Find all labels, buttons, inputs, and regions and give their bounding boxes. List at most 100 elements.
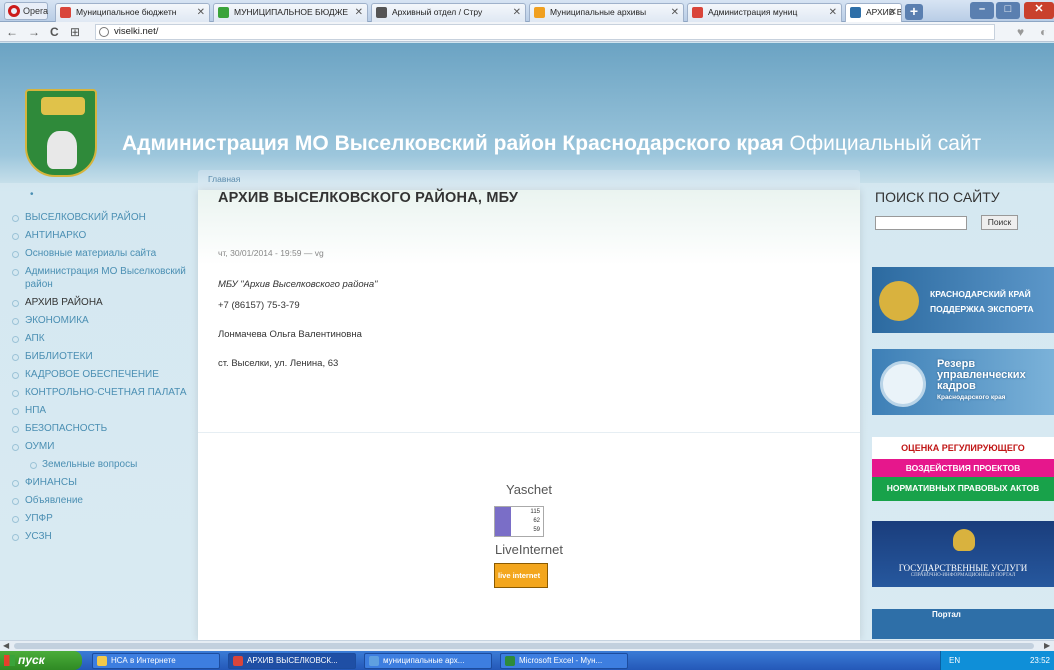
maximize-button[interactable]: □ — [996, 2, 1020, 19]
sidebar-item-uszn[interactable]: УСЗН — [0, 530, 196, 543]
tab-title: Администрация муниц — [708, 7, 798, 17]
tab-3[interactable]: Архивный отдел / Стру ✕ — [371, 3, 526, 22]
task-archive[interactable]: АРХИВ ВЫСЕЛКОВСК... — [228, 653, 356, 669]
scroll-right-icon[interactable]: ▶ — [1044, 641, 1050, 650]
coat-of-arms-icon — [25, 89, 97, 177]
tab-title: Муниципальные архивы — [550, 7, 647, 17]
clock: 23:52 — [1029, 656, 1050, 665]
sidebar-item-npa[interactable]: НПА — [0, 404, 196, 417]
url-input[interactable]: viselki.net/ — [95, 24, 995, 40]
search-button[interactable]: Поиск — [981, 215, 1018, 230]
opera-menu-button[interactable]: Opera — [4, 2, 48, 20]
address: ст. Выселки, ул. Ленина, 63 — [218, 358, 339, 369]
tab-title: МУНИЦИПАЛЬНОЕ БЮДЖЕ — [234, 7, 349, 17]
yaschet-label: Yaschet — [505, 482, 552, 497]
breadcrumb[interactable]: Главная — [208, 174, 240, 184]
sidebar-item-upfr[interactable]: УПФР — [0, 512, 196, 525]
sidebar-item-finance[interactable]: ФИНАНСЫ — [0, 476, 196, 489]
opera-icon — [233, 656, 243, 666]
tab-close-icon[interactable]: ✕ — [197, 4, 205, 21]
tab-title: Архивный отдел / Стру — [392, 7, 483, 17]
sidebar-top-dot: • — [30, 189, 34, 200]
sidebar-item-economy[interactable]: ЭКОНОМИКА — [0, 314, 196, 327]
sidebar-item-announcement[interactable]: Объявление — [0, 494, 196, 507]
portal-banner[interactable]: Портал — [872, 609, 1054, 639]
search-title: ПОИСК ПО САЙТУ — [875, 189, 1000, 205]
task-nsa[interactable]: НСА в Интернете — [92, 653, 220, 669]
favicon-icon — [692, 7, 703, 18]
contact-person: Лонмачева Ольга Валентиновна — [218, 329, 362, 340]
horizontal-scrollbar[interactable]: ◀ ▶ — [0, 640, 1054, 651]
sidebar-item-land-issues[interactable]: Земельные вопросы — [0, 458, 196, 471]
tab-close-icon[interactable]: ✕ — [889, 4, 897, 21]
site-title: Администрация МО Выселковский район Крас… — [122, 132, 982, 155]
org-name: МБУ "Архив Выселковского района" — [218, 279, 378, 290]
tab-close-icon[interactable]: ✕ — [355, 4, 363, 21]
favicon-icon — [534, 7, 545, 18]
article-title: АРХИВ ВЫСЕЛКОВСКОГО РАЙОНА, МБУ — [218, 190, 519, 206]
windows-taskbar: пуск НСА в Интернете АРХИВ ВЫСЕЛКОВСК...… — [0, 651, 1054, 670]
sidebar-item-materials[interactable]: Основные материалы сайта — [0, 247, 196, 260]
tab-close-icon[interactable]: ✕ — [829, 4, 837, 21]
sidebar-item-antinarko[interactable]: АНТИНАРКО — [0, 229, 196, 242]
scrollbar-thumb[interactable] — [14, 643, 1034, 649]
sidebar-item-security[interactable]: БЕЗОПАСНОСТЬ — [0, 422, 196, 435]
krasnodar-emblem-icon — [879, 281, 919, 321]
tab-4[interactable]: Муниципальные архивы ✕ — [529, 3, 684, 22]
web-page: Администрация МО Выселковский район Крас… — [0, 43, 1054, 640]
reserve-emblem-icon — [880, 361, 926, 407]
tab-1[interactable]: Муниципальное бюджетн ✕ — [55, 3, 210, 22]
tab-close-icon[interactable]: ✕ — [671, 4, 679, 21]
close-window-button[interactable]: ✕ — [1024, 2, 1054, 19]
tab-5[interactable]: Администрация муниц ✕ — [687, 3, 842, 22]
sidebar-item-oumi[interactable]: ОУМИ — [0, 440, 196, 453]
sidebar-item-personnel[interactable]: КАДРОВОЕ ОБЕСПЕЧЕНИЕ — [0, 368, 196, 381]
browser-tab-bar: Opera Муниципальное бюджетн ✕ МУНИЦИПАЛЬН… — [0, 0, 1054, 23]
search-input[interactable] — [875, 216, 967, 230]
globe-icon — [99, 27, 109, 37]
main-content: АРХИВ ВЫСЕЛКОВСКОГО РАЙОНА, МБУ чт, 30/0… — [198, 190, 860, 640]
minimize-button[interactable]: – — [970, 2, 994, 19]
folder-icon — [97, 656, 107, 666]
tab-6-active[interactable]: АРХИВ ВЫСЕЛКОВСКОГО✕ — [845, 3, 902, 23]
address-bar: ← → C ⊞ viselki.net/ ♥ ◐ — [0, 22, 1054, 42]
favicon-icon — [376, 7, 387, 18]
language-indicator[interactable]: EN — [949, 656, 960, 665]
favicon-icon — [850, 7, 861, 18]
personnel-reserve-banner[interactable]: Резерв управленческих кадров Краснодарского… — [872, 349, 1054, 415]
site-header: Администрация МО Выселковский район Крас… — [0, 43, 1054, 183]
liveinternet-counter[interactable]: live internet — [494, 563, 548, 588]
sidebar-item-archive[interactable]: АРХИВ РАЙОНА — [0, 296, 196, 309]
opera-logo-icon — [8, 5, 20, 17]
speed-dial-icon[interactable]: ⊞ — [70, 25, 80, 39]
eagle-icon — [953, 529, 975, 551]
forward-icon[interactable]: → — [28, 25, 40, 39]
regulatory-impact-banner[interactable]: ОЦЕНКА РЕГУЛИРУЮЩЕГО ВОЗДЕЙСТВИЯ ПРОЕКТО… — [872, 437, 1054, 501]
sidebar-item-libraries[interactable]: БИБЛИОТЕКИ — [0, 350, 196, 363]
back-icon[interactable]: ← — [6, 25, 18, 39]
tab-title: Муниципальное бюджетн — [76, 7, 177, 17]
divider — [198, 432, 860, 433]
task-excel[interactable]: Microsoft Excel - Мун... — [500, 653, 628, 669]
sidebar-item-apk[interactable]: АПК — [0, 332, 196, 345]
tab-2[interactable]: МУНИЦИПАЛЬНОЕ БЮДЖЕ ✕ — [213, 3, 368, 22]
task-municipal[interactable]: муниципальные арх... — [364, 653, 492, 669]
menu-icon[interactable]: ◐ — [1040, 25, 1047, 39]
export-support-banner[interactable]: КРАСНОДАРСКИЙ КРАЙ ПОДДЕРЖКА ЭКСПОРТА — [872, 267, 1054, 333]
start-button[interactable]: пуск — [0, 651, 82, 670]
phone: +7 (86157) 75-3-79 — [218, 300, 300, 311]
heart-icon[interactable]: ♥ — [1017, 25, 1024, 39]
breadcrumb-bar: Главная — [198, 170, 860, 190]
tab-close-icon[interactable]: ✕ — [513, 4, 521, 21]
sidebar-item-vyselkovsky[interactable]: ВЫСЕЛКОВСКИЙ РАЙОН — [0, 211, 196, 224]
favicon-icon — [218, 7, 229, 18]
article-meta: чт, 30/01/2014 - 19:59 — vg — [218, 248, 324, 258]
gosuslugi-banner[interactable]: ГОСУДАРСТВЕННЫЕ УСЛУГИ СПРАВОЧНО-ИНФОРМАЦ… — [872, 521, 1054, 587]
sidebar-item-audit-chamber[interactable]: КОНТРОЛЬНО-СЧЕТНАЯ ПАЛАТА — [0, 386, 196, 399]
new-tab-button[interactable]: + — [905, 4, 923, 20]
scroll-left-icon[interactable]: ◀ — [3, 641, 9, 650]
sidebar-item-administration[interactable]: Администрация МО Выселковский район — [0, 265, 196, 291]
favicon-icon — [60, 7, 71, 18]
yaschet-counter[interactable]: 115 62 59 — [494, 506, 544, 537]
reload-icon[interactable]: C — [50, 25, 59, 39]
